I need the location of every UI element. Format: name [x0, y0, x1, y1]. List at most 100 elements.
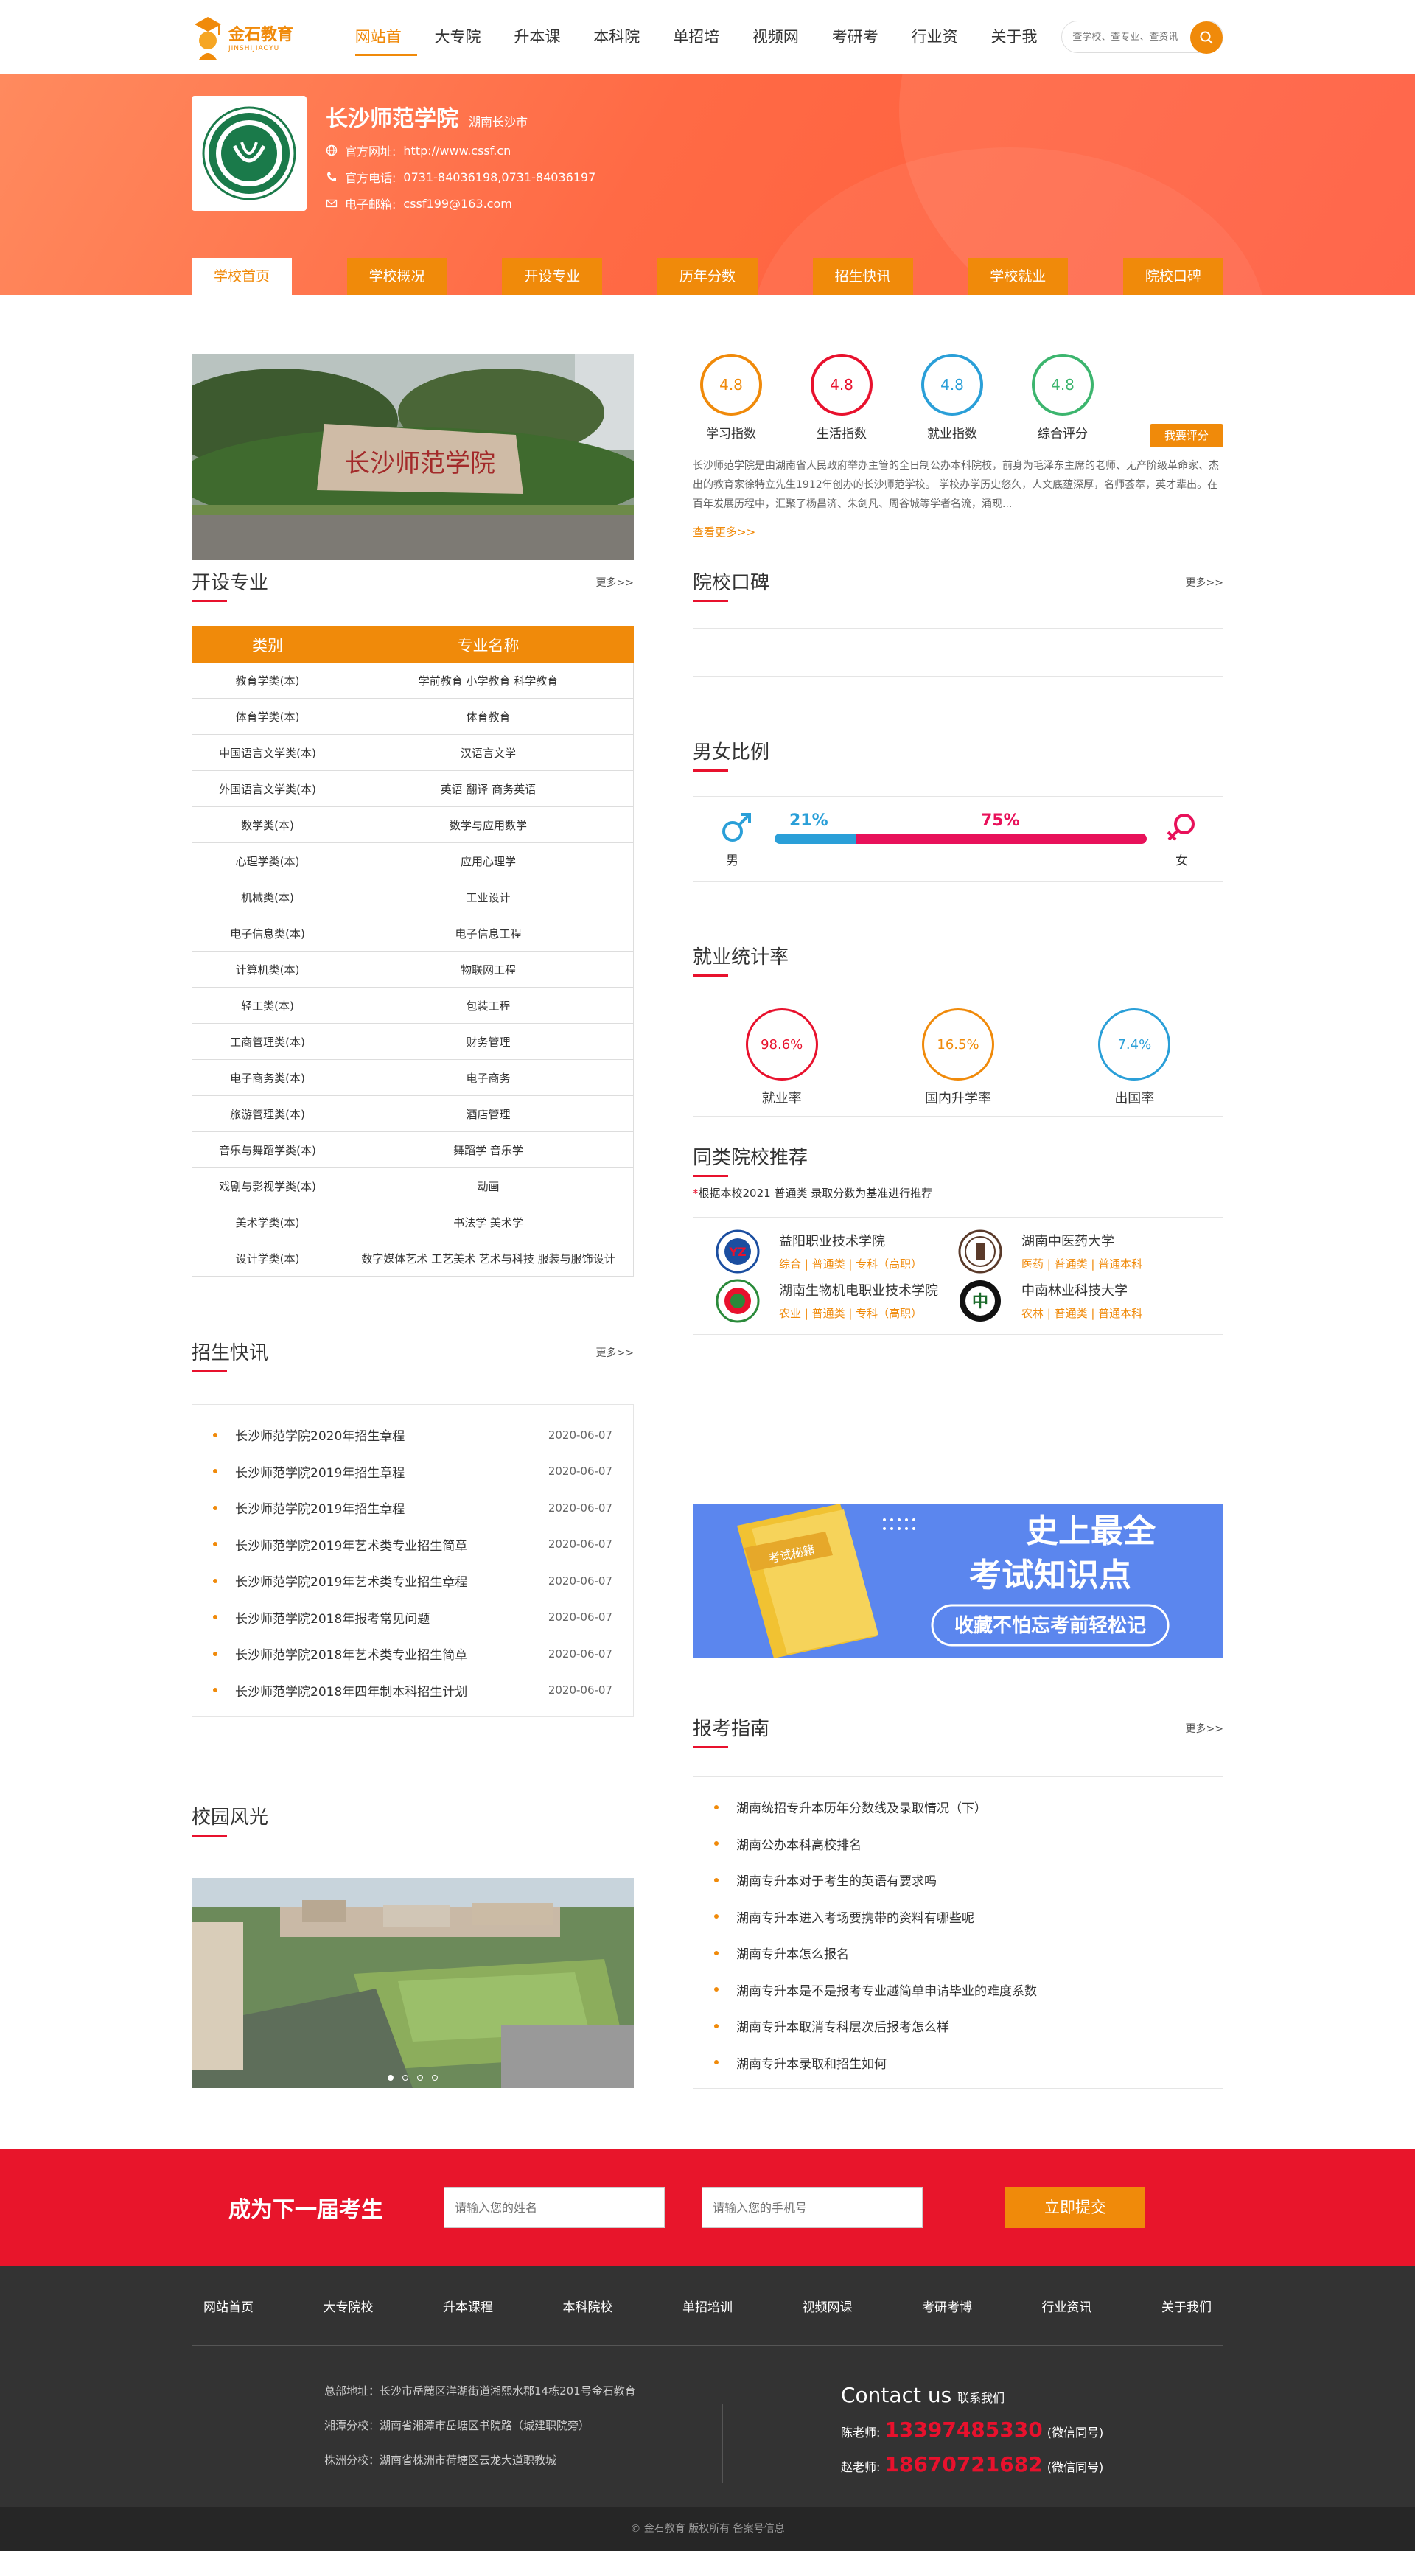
search-button[interactable] — [1190, 21, 1223, 54]
footer-nav-single-enroll[interactable]: 单招培训 — [671, 2297, 744, 2315]
news-item[interactable]: 长沙师范学院2019年艺术类专业招生章程 2020-06-07 — [213, 1563, 612, 1599]
website-link[interactable]: http://www.cssf.cn — [403, 144, 511, 158]
guide-title[interactable]: 湖南专升本是不是报考专业越简单申请毕业的难度系数 — [736, 1980, 1037, 1999]
footer-nav-about[interactable]: 关于我们 — [1150, 2297, 1223, 2315]
news-title[interactable]: 长沙师范学院2018年艺术类专业招生简章 — [235, 1644, 467, 1663]
guide-title[interactable]: 湖南专升本对于考生的英语有要求吗 — [736, 1871, 937, 1889]
recommend-school-2[interactable]: 湖南中医药大学 医药 | 普通类 | 普通本科 — [958, 1226, 1201, 1276]
carousel-dot[interactable] — [402, 2075, 408, 2081]
name-input[interactable] — [444, 2187, 665, 2228]
nav-news[interactable]: 行业资讯 — [903, 0, 982, 119]
carousel-dot[interactable] — [388, 2075, 394, 2081]
guide-title[interactable]: 湖南公办本科高校排名 — [736, 1835, 862, 1853]
footer-nav-universities[interactable]: 本科院校 — [551, 2297, 625, 2315]
nav-upgrade-courses[interactable]: 升本课程 — [505, 0, 584, 119]
recommend-school-3[interactable]: 湖南生物机电职业技术学院 农业 | 普通类 | 专科（高职） — [716, 1276, 958, 1325]
guide-title[interactable]: 湖南统招专升本历年分数线及录取情况（下） — [736, 1798, 987, 1816]
majors-more-link[interactable]: 更多>> — [596, 575, 634, 590]
tab-school-overview[interactable]: 学校概况 — [346, 258, 447, 295]
news-item[interactable]: 长沙师范学院2019年招生章程 2020-06-07 — [213, 1453, 612, 1490]
news-title[interactable]: 长沙师范学院2019年招生章程 — [235, 1462, 405, 1481]
reviews-more-link[interactable]: 更多>> — [1186, 575, 1223, 590]
guide-item[interactable]: 湖南专升本进入考场要携带的资料有哪些呢 — [714, 1899, 1202, 1936]
news-title[interactable]: 长沙师范学院2020年招生章程 — [235, 1425, 405, 1444]
tab-employment[interactable]: 学校就业 — [968, 258, 1069, 295]
major-names[interactable]: 学前教育 小学教育 科学教育 — [343, 662, 634, 699]
tab-scores[interactable]: 历年分数 — [657, 258, 758, 295]
news-title[interactable]: 长沙师范学院2019年艺术类专业招生章程 — [235, 1571, 467, 1590]
guide-title[interactable]: 湖南专升本取消专科层次后报考怎么样 — [736, 2017, 949, 2035]
major-names[interactable]: 电子信息工程 — [343, 915, 634, 952]
recommend-school-4[interactable]: 中 中南林业科技大学 农林 | 普通类 | 普通本科 — [958, 1276, 1201, 1325]
site-logo[interactable]: 金石教育 JINSHIJIAOYU — [192, 11, 346, 63]
news-title[interactable]: 长沙师范学院2018年四年制本科招生计划 — [235, 1681, 467, 1700]
major-names[interactable]: 应用心理学 — [343, 842, 634, 879]
nav-home[interactable]: 网站首页 — [346, 0, 426, 119]
nav-about[interactable]: 关于我们 — [982, 0, 1061, 119]
major-names[interactable]: 物联网工程 — [343, 951, 634, 988]
footer-nav-home[interactable]: 网站首页 — [192, 2297, 265, 2315]
footer-nav-colleges[interactable]: 大专院校 — [312, 2297, 385, 2315]
news-item[interactable]: 长沙师范学院2018年艺术类专业招生简章 2020-06-07 — [213, 1636, 612, 1672]
major-names[interactable]: 体育教育 — [343, 698, 634, 735]
nav-colleges[interactable]: 大专院校 — [426, 0, 506, 119]
recommend-school-1[interactable]: YZ 益阳职业技术学院 综合 | 普通类 | 专科（高职） — [716, 1226, 958, 1276]
guide-item[interactable]: 湖南公办本科高校排名 — [714, 1826, 1202, 1863]
major-names[interactable]: 数字媒体艺术 工艺美术 艺术与科技 服装与服饰设计 — [343, 1240, 634, 1277]
major-names[interactable]: 汉语言文学 — [343, 734, 634, 771]
guide-list: 湖南统招专升本历年分数线及录取情况（下） 湖南公办本科高校排名湖南专升本对于考生的… — [693, 1776, 1223, 2089]
news-item[interactable]: 长沙师范学院2018年报考常见问题 2020-06-07 — [213, 1599, 612, 1636]
footer-nav-postgrad[interactable]: 考研考博 — [910, 2297, 984, 2315]
guide-item[interactable]: 湖南专升本是不是报考专业越简单申请毕业的难度系数 — [714, 1972, 1202, 2008]
footer-nav-news[interactable]: 行业资讯 — [1030, 2297, 1104, 2315]
news-item[interactable]: 长沙师范学院2018年四年制本科招生计划 2020-06-07 — [213, 1672, 612, 1709]
major-names[interactable]: 英语 翻译 商务英语 — [343, 770, 634, 807]
tab-majors[interactable]: 开设专业 — [502, 258, 603, 295]
nav-universities[interactable]: 本科院校 — [584, 0, 664, 119]
tab-admission-news[interactable]: 招生快讯 — [812, 258, 913, 295]
major-names[interactable]: 酒店管理 — [343, 1095, 634, 1132]
guide-item[interactable]: 湖南统招专升本历年分数线及录取情况（下） — [714, 1789, 1202, 1826]
footer-nav-upgrade-courses[interactable]: 升本课程 — [431, 2297, 505, 2315]
major-names[interactable]: 舞蹈学 音乐学 — [343, 1131, 634, 1168]
guide-item[interactable]: 湖南专升本对于考生的英语有要求吗 — [714, 1862, 1202, 1899]
news-item[interactable]: 长沙师范学院2019年艺术类专业招生简章 2020-06-07 — [213, 1526, 612, 1563]
major-names[interactable]: 动画 — [343, 1167, 634, 1204]
rate-button[interactable]: 我要评分 — [1150, 424, 1223, 447]
news-item[interactable]: 长沙师范学院2020年招生章程 2020-06-07 — [213, 1417, 612, 1453]
guide-item[interactable]: 湖南专升本怎么报名 — [714, 1935, 1202, 1972]
major-names[interactable]: 包装工程 — [343, 987, 634, 1024]
phone-input[interactable] — [702, 2187, 923, 2228]
guide-item[interactable]: 湖南专升本取消专科层次后报考怎么样 — [714, 2008, 1202, 2045]
teacher-2-phone[interactable]: 18670721682 — [884, 2452, 1042, 2476]
major-names[interactable]: 书法学 美术学 — [343, 1204, 634, 1240]
major-names[interactable]: 工业设计 — [343, 879, 634, 915]
tab-school-home[interactable]: 学校首页 — [192, 258, 292, 295]
major-names[interactable]: 数学与应用数学 — [343, 806, 634, 843]
footer-nav-video-courses[interactable]: 视频网课 — [791, 2297, 864, 2315]
guide-item[interactable]: 湖南专升本录取和招生如何 — [714, 2045, 1202, 2081]
carousel-dot[interactable] — [432, 2075, 438, 2081]
news-title[interactable]: 长沙师范学院2018年报考常见问题 — [235, 1608, 430, 1627]
major-names[interactable]: 电子商务 — [343, 1059, 634, 1096]
guide-title[interactable]: 湖南专升本录取和招生如何 — [736, 2053, 887, 2072]
news-title[interactable]: 长沙师范学院2019年招生章程 — [235, 1498, 405, 1517]
search-input[interactable] — [1072, 31, 1191, 43]
nav-postgrad[interactable]: 考研考博 — [823, 0, 903, 119]
nav-single-enroll[interactable]: 单招培训 — [664, 0, 744, 119]
guide-title[interactable]: 湖南专升本进入考场要携带的资料有哪些呢 — [736, 1907, 974, 1926]
tab-reviews[interactable]: 院校口碑 — [1122, 258, 1223, 295]
major-names[interactable]: 财务管理 — [343, 1023, 634, 1060]
guide-title[interactable]: 湖南专升本怎么报名 — [736, 1944, 849, 1962]
view-more-link[interactable]: 查看更多>> — [693, 526, 755, 539]
guide-more-link[interactable]: 更多>> — [1186, 1721, 1223, 1736]
news-item[interactable]: 长沙师范学院2019年招生章程 2020-06-07 — [213, 1490, 612, 1526]
news-title[interactable]: 长沙师范学院2019年艺术类专业招生简章 — [235, 1535, 467, 1554]
news-more-link[interactable]: 更多>> — [596, 1345, 634, 1360]
exam-knowledge-ad[interactable]: 考试秘籍 史上最全 考试知识点 收藏不怕忘考前轻松记 — [693, 1504, 1223, 1658]
gender-ratio-box: 男 21% 75% 女 — [693, 796, 1223, 882]
teacher-1-phone[interactable]: 13397485330 — [884, 2418, 1042, 2442]
carousel-dot[interactable] — [417, 2075, 423, 2081]
nav-video-courses[interactable]: 视频网课 — [744, 0, 823, 119]
submit-button[interactable]: 立即提交 — [1005, 2187, 1145, 2228]
